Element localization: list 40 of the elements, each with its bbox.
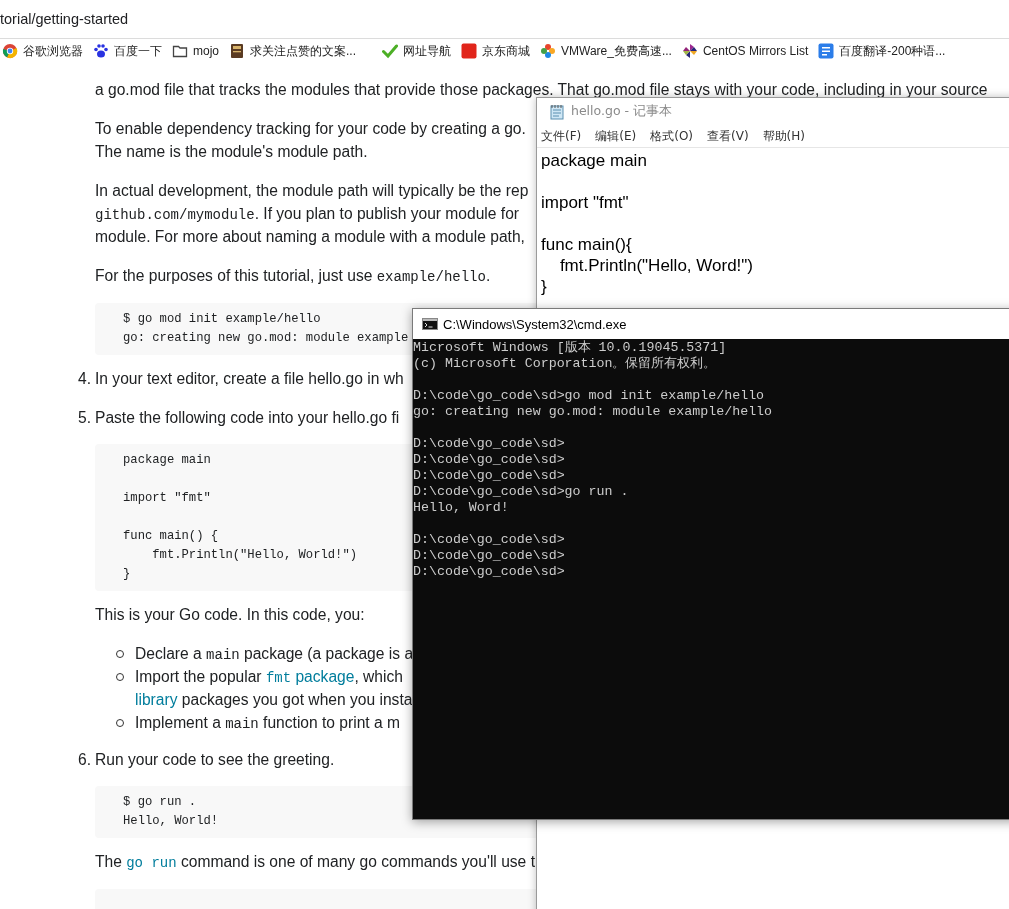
list-number: 5.	[78, 408, 92, 428]
paragraph-text: a go.mod file that tracks the modules that provide those packages. That go.mod file stays with your code, including in your source	[95, 80, 988, 100]
bookmark[interactable]: 网址导航	[382, 40, 452, 62]
menu-item[interactable]: 文件(F)	[541, 127, 582, 145]
menu-item[interactable]: 查看(V)	[707, 127, 749, 145]
window-title: C:\Windows\System32\cmd.exe	[443, 316, 627, 332]
list-number: 6.	[78, 750, 92, 770]
bookmark[interactable]: VMWare_免费高速...	[540, 40, 672, 62]
code-text: $ go mod init example/hello go: creating new go.mod: module example	[123, 311, 409, 347]
menu-item[interactable]: 帮助(H)	[762, 127, 805, 145]
link[interactable]: go run	[126, 855, 177, 871]
console-text: Microsoft Windows [版本 10.0.19045.5371] (c) Microsoft Corporation。保留所有权利。 D:\code\go_code\sd>go mod init example/hello go: creating new go.mod: module example/hello D:\code\go_code\sd> D:\code\go_code\sd> D:\code\go_code\sd> D:\code\go_code\sd>go run . Hello, Word! D:\code\go_code\sd> D:\code\go_code\sd> D:\code\go_code\sd>	[413, 339, 774, 580]
paragraph-text: This is your Go code. In this code, you:	[95, 605, 365, 625]
paragraph-text: In your text editor, create a file hello.go in wh	[95, 369, 404, 389]
paragraph-text: For the purposes of this tutorial, just use example/hello.	[95, 266, 491, 287]
paragraph-text: The go run command is one of many go commands you'll use t	[95, 852, 535, 873]
paragraph-text: Declare a main package (a package is a	[135, 644, 414, 665]
bookmark[interactable]: 百度翻译-200种语...	[818, 40, 946, 62]
link[interactable]: library	[135, 691, 178, 708]
bookmark[interactable]: 谷歌浏览器	[2, 40, 83, 62]
paragraph-text: Paste the following code into your hello.go fi	[95, 408, 400, 428]
list-number: 4.	[78, 369, 92, 389]
bookmark[interactable]: 求关注点赞的文案...	[229, 40, 357, 62]
bookmark[interactable]: mojo	[172, 41, 219, 61]
paragraph-text: Implement a main function to print a m	[135, 713, 401, 734]
menu-item[interactable]: 编辑(E)	[595, 127, 637, 145]
window-title: hello.go - 记事本	[571, 103, 672, 120]
paragraph-text: In actual development, the module path will typically be the rep github.com/mymodule. If you plan to publish your module for module. For more about naming a module with a module path,	[95, 181, 529, 247]
editor-text[interactable]: package main import "fmt" func main(){ fmt.Println("Hello, Word!") }	[537, 148, 1009, 297]
code-text: $ go run . Hello, World!	[123, 794, 219, 830]
url-text[interactable]: torial/getting-started	[0, 11, 129, 27]
bookmark[interactable]: 百度一下	[93, 40, 162, 62]
paragraph-text: To enable dependency tracking for your code by creating a go. The name is the module's module path.	[95, 119, 526, 162]
bookmark[interactable]: CentOS Mirrors List	[681, 41, 809, 61]
link[interactable]: package	[291, 668, 355, 685]
link[interactable]: fmt	[265, 670, 292, 686]
paragraph-text: Run your code to see the greeting.	[95, 750, 335, 770]
bookmark[interactable]: 京东商城	[461, 40, 531, 62]
code-text: package main import "fmt" func main() { fmt.Println("Hello, World!") }	[123, 452, 358, 583]
menu-item[interactable]: 格式(O)	[650, 127, 694, 145]
